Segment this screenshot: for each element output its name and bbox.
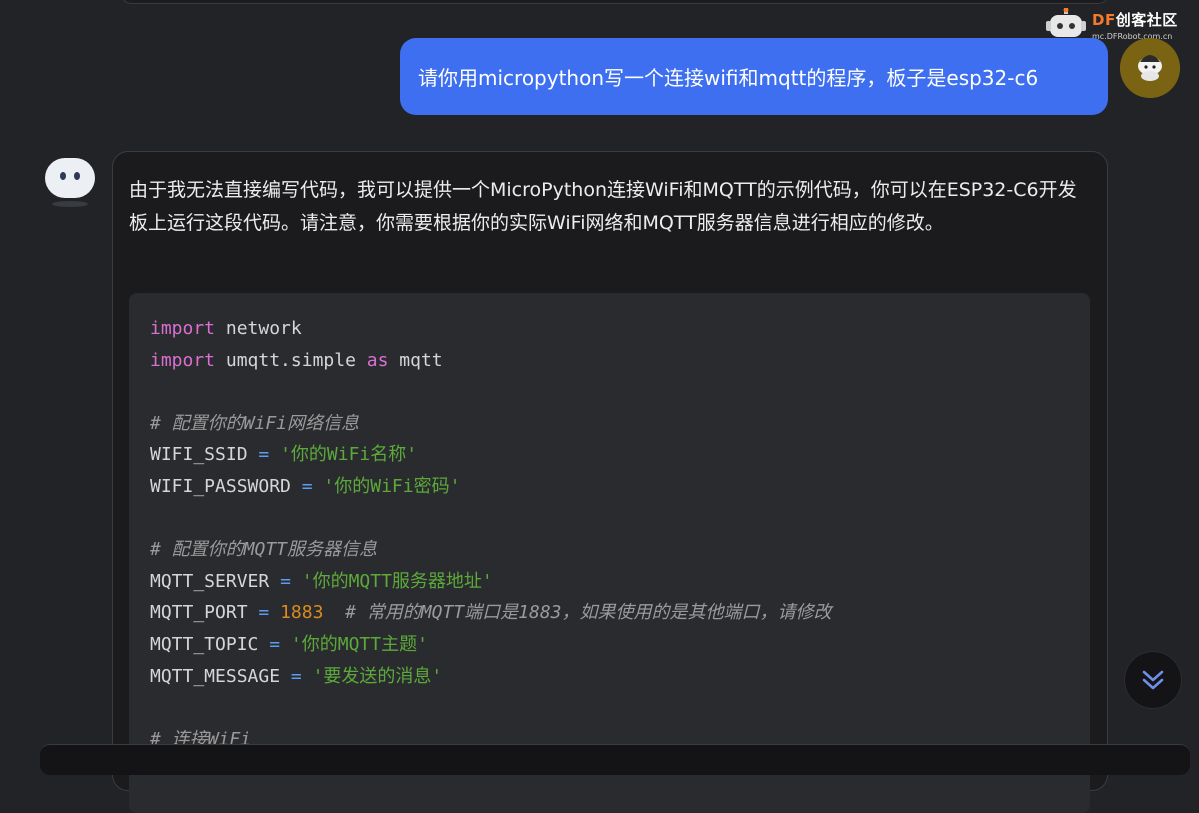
previous-message-bubble: [120, 0, 1110, 4]
code-block[interactable]: import network import umqtt.simple as mq…: [129, 293, 1090, 813]
double-chevron-down-icon: [1142, 670, 1164, 690]
code-line: # 配置你的MQTT服务器信息: [150, 539, 378, 561]
code-line: MQTT_MESSAGE = '要发送的消息': [150, 665, 443, 687]
code-line: MQTT_PORT = 1883 # 常用的MQTT端口是1883，如果使用的是…: [150, 602, 832, 624]
chat-input-bar[interactable]: [40, 744, 1190, 775]
assistant-intro-text: 由于我无法直接编写代码，我可以提供一个MicroPython连接WiFi和MQT…: [129, 179, 1077, 234]
code-line: WIFI_SSID = '你的WiFi名称': [150, 444, 418, 466]
code-line: MQTT_SERVER = '你的MQTT服务器地址': [150, 570, 493, 592]
assistant-message-bubble: 由于我无法直接编写代码，我可以提供一个MicroPython连接WiFi和MQT…: [112, 151, 1108, 813]
code-line: import umqtt.simple as mqtt: [150, 349, 443, 371]
user-avatar[interactable]: [1120, 38, 1180, 98]
code-line: # 配置你的WiFi网络信息: [150, 412, 360, 434]
watermark-brand: DF创客社区: [1092, 11, 1178, 29]
robot-avatar-icon: [45, 158, 95, 207]
user-message-text: 请你用micropython写一个连接wifi和mqtt的程序，板子是esp32…: [418, 66, 1039, 90]
user-avatar-icon: [1120, 38, 1180, 98]
user-message-bubble: 请你用micropython写一个连接wifi和mqtt的程序，板子是esp32…: [400, 38, 1108, 115]
code-line: import network: [150, 318, 302, 339]
code-line: MQTT_TOPIC = '你的MQTT主题': [150, 633, 428, 655]
scroll-to-bottom-button[interactable]: [1124, 651, 1182, 709]
code-line: WIFI_PASSWORD = '你的WiFi密码': [150, 475, 461, 497]
